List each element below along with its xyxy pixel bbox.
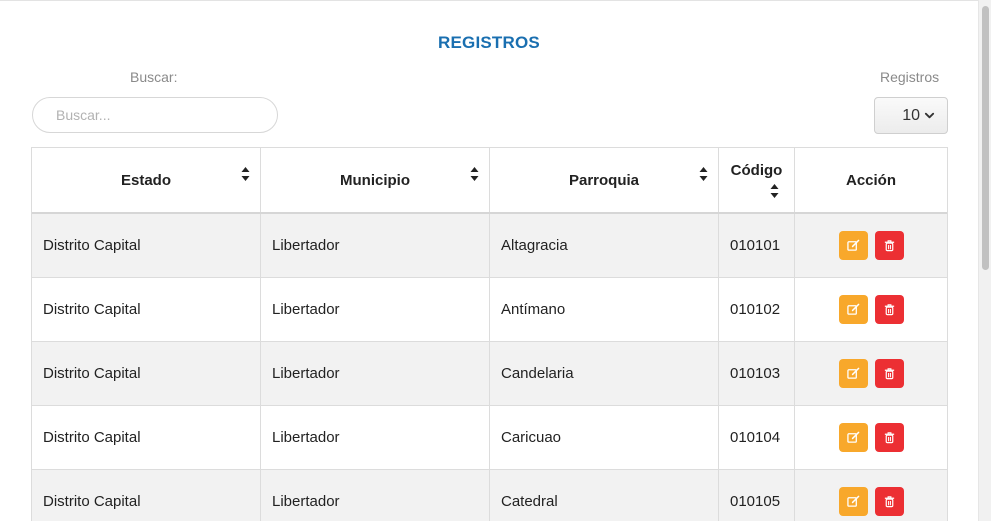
table-row: Distrito Capital Libertador Catedral 010105 [32,470,947,521]
cell-estado: Distrito Capital [32,342,261,405]
cell-accion [795,406,947,469]
table-row: Distrito Capital Libertador Caricuao 010104 [32,406,947,470]
column-header-label: Municipio [340,171,410,189]
trash-icon [883,239,896,252]
column-header-codigo[interactable]: Código [719,148,795,212]
cell-estado: Distrito Capital [32,470,261,521]
cell-codigo: 010104 [719,406,795,469]
table-header: Estado Municipio Parroquia Código Acción [32,148,947,214]
edit-button[interactable] [838,295,868,324]
sort-icon [241,167,250,181]
cell-accion [795,278,947,341]
cell-parroquia: Candelaria [490,342,719,405]
edit-icon [846,303,860,316]
cell-parroquia: Catedral [490,470,719,521]
records-table: Estado Municipio Parroquia Código Acción [31,147,948,521]
cell-municipio: Libertador [261,406,490,469]
column-header-municipio[interactable]: Municipio [261,148,490,212]
cell-codigo: 010103 [719,342,795,405]
edit-button[interactable] [838,423,868,452]
cell-accion [795,342,947,405]
cell-codigo: 010101 [719,214,795,277]
cell-parroquia: Caricuao [490,406,719,469]
cell-estado: Distrito Capital [32,406,261,469]
trash-icon [883,495,896,508]
column-header-accion: Acción [795,148,947,212]
edit-button[interactable] [838,487,868,516]
cell-codigo: 010105 [719,470,795,521]
table-row: Distrito Capital Libertador Antímano 010102 [32,278,947,342]
column-header-parroquia[interactable]: Parroquia [490,148,719,212]
delete-button[interactable] [874,359,904,388]
edit-button[interactable] [838,359,868,388]
search-label: Buscar: [130,69,178,85]
table-row: Distrito Capital Libertador Candelaria 0101… [32,342,947,406]
delete-button[interactable] [874,487,904,516]
sort-icon [699,167,708,181]
page-size-value: 10 [902,106,920,124]
cell-accion [795,470,947,521]
cell-parroquia: Altagracia [490,214,719,277]
scrollbar-thumb[interactable] [982,6,989,270]
column-header-label: Código [730,162,783,179]
top-divider [0,0,978,1]
table-row: Distrito Capital Libertador Altagracia 0101… [32,214,947,278]
cell-municipio: Libertador [261,342,490,405]
edit-icon [846,495,860,508]
page-size-select[interactable]: 10 [874,97,948,134]
cell-estado: Distrito Capital [32,214,261,277]
page-size-label: Registros [880,69,940,85]
cell-municipio: Libertador [261,278,490,341]
cell-parroquia: Antímano [490,278,719,341]
cell-municipio: Libertador [261,214,490,277]
column-header-label: Acción [845,171,896,189]
edit-button[interactable] [838,231,868,260]
sort-icon [770,184,779,198]
edit-icon [846,239,860,252]
column-header-label: Estado [120,171,171,189]
trash-icon [883,303,896,316]
search-input[interactable] [32,97,278,133]
delete-button[interactable] [874,231,904,260]
edit-icon [846,431,860,444]
delete-button[interactable] [874,295,904,324]
cell-accion [795,214,947,277]
cell-municipio: Libertador [261,470,490,521]
cell-codigo: 010102 [719,278,795,341]
cell-estado: Distrito Capital [32,278,261,341]
edit-icon [846,367,860,380]
column-header-label: Parroquia [568,171,640,189]
trash-icon [883,431,896,444]
sort-icon [470,167,479,181]
chevron-down-icon [924,112,935,119]
column-header-estado[interactable]: Estado [32,148,261,212]
vertical-scrollbar[interactable] [978,0,991,521]
delete-button[interactable] [874,423,904,452]
trash-icon [883,367,896,380]
page-title: REGISTROS [438,33,540,52]
